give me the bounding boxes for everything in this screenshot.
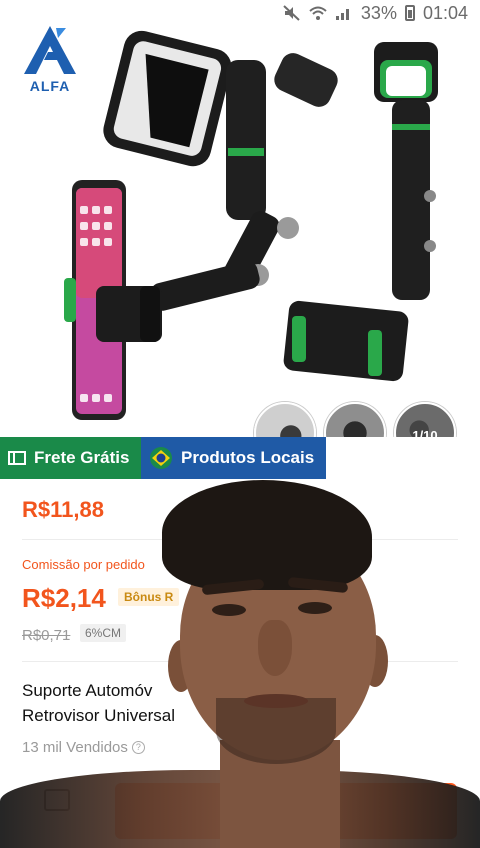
status-bar: 33% 01:04 — [0, 0, 480, 26]
old-commission-value: R$0,71 — [22, 627, 71, 644]
free-shipping-label: Frete Grátis — [34, 448, 130, 467]
presenter-eye — [298, 602, 332, 614]
product-gallery[interactable]: ALFA 1/10 — [0, 0, 480, 464]
help-icon[interactable]: ? — [131, 741, 145, 754]
product-price: R$11,88 — [22, 497, 104, 522]
presenter-eye — [212, 604, 246, 616]
product-title-line1: Suporte Automóv o — [22, 681, 361, 701]
brand-logo: ALFA — [18, 24, 82, 96]
battery-percent: 33% — [360, 2, 397, 23]
wifi-icon — [309, 6, 327, 20]
brazil-flag-icon — [150, 447, 172, 469]
commission-label: Comissão por pedido — [22, 557, 145, 572]
battery-icon — [404, 5, 415, 21]
presenter-nose — [258, 620, 292, 676]
free-shipping-badge: Frete Grátis — [0, 437, 141, 479]
status-time: 01:04 — [422, 2, 468, 23]
truck-icon — [8, 451, 26, 465]
local-products-label: Produtos Locais — [181, 448, 315, 467]
commission-rate-tag: 6%CM — [80, 624, 127, 642]
presenter-hair — [162, 480, 372, 590]
signal-icon — [335, 9, 349, 20]
presenter-webcam-overlay — [150, 470, 400, 848]
sold-count-text: 13 mil Vendidos — [22, 739, 128, 756]
presenter-mouth — [244, 694, 308, 708]
commission-value: R$2,14 — [22, 583, 106, 613]
screen: ALFA 1/10 33% 01:04 Frete Grátis Produto… — [0, 0, 480, 848]
alfa-logo-icon — [24, 26, 76, 74]
product-title-text: Suporte Automóv — [22, 681, 153, 700]
brand-logo-text: ALFA — [29, 78, 71, 94]
sold-count: 13 mil Vendidos ? — [22, 739, 145, 756]
mute-icon — [283, 5, 300, 21]
